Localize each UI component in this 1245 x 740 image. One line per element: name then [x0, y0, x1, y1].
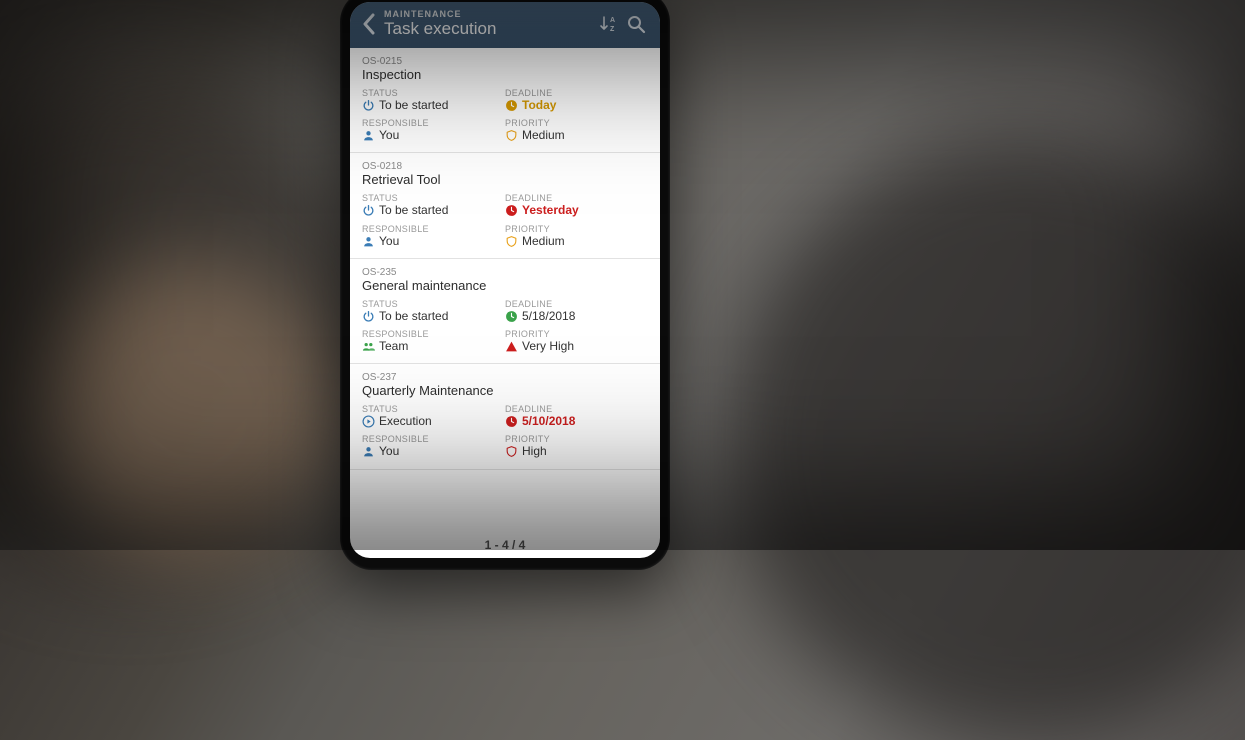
task-title: Retrieval Tool — [362, 172, 648, 187]
status-label: STATUS — [362, 193, 505, 203]
power-icon — [362, 204, 375, 217]
task-title: Quarterly Maintenance — [362, 383, 648, 398]
responsible-label: RESPONSIBLE — [362, 224, 505, 234]
priority-label: PRIORITY — [505, 434, 648, 444]
responsible-value: You — [379, 445, 399, 458]
back-button[interactable] — [356, 8, 382, 40]
responsible-label: RESPONSIBLE — [362, 434, 505, 444]
deadline-cell: DEADLINE5/10/2018 — [505, 404, 648, 428]
phone-frame: MAINTENANCE Task execution A Z OS-0215In… — [340, 0, 670, 570]
task-card[interactable]: OS-235General maintenance STATUSTo be sta… — [350, 259, 660, 364]
deadline-label: DEADLINE — [505, 193, 648, 203]
triangle-icon — [505, 340, 518, 353]
power-icon — [362, 99, 375, 112]
search-icon — [626, 14, 646, 34]
deadline-value: Yesterday — [522, 204, 579, 217]
page-title: Task execution — [384, 20, 594, 38]
deadline-value: 5/18/2018 — [522, 310, 575, 323]
priority-value: Medium — [522, 235, 565, 248]
module-label: MAINTENANCE — [384, 10, 594, 19]
chevron-left-icon — [362, 13, 376, 35]
responsible-cell: RESPONSIBLEYou — [362, 434, 505, 458]
sort-button[interactable]: A Z — [594, 10, 622, 38]
clock-icon — [505, 310, 518, 323]
priority-cell: PRIORITYMedium — [505, 224, 648, 248]
play-icon — [362, 415, 375, 428]
status-value: To be started — [379, 204, 448, 217]
app-header: MAINTENANCE Task execution A Z — [350, 2, 660, 48]
deadline-cell: DEADLINE5/18/2018 — [505, 299, 648, 323]
status-cell: STATUSTo be started — [362, 299, 505, 323]
priority-label: PRIORITY — [505, 224, 648, 234]
pager: 1 - 4 / 4 — [350, 528, 660, 558]
svg-text:Z: Z — [610, 26, 615, 33]
status-label: STATUS — [362, 88, 505, 98]
task-title: Inspection — [362, 67, 648, 82]
priority-value: Very High — [522, 340, 574, 353]
power-icon — [362, 310, 375, 323]
priority-value: Medium — [522, 129, 565, 142]
task-card[interactable]: OS-0215InspectionSTATUSTo be startedDEAD… — [350, 48, 660, 153]
clock-icon — [505, 204, 518, 217]
shield-icon — [505, 445, 518, 458]
deadline-label: DEADLINE — [505, 404, 648, 414]
person-icon — [362, 129, 375, 142]
responsible-value: Team — [379, 340, 408, 353]
priority-cell: PRIORITYHigh — [505, 434, 648, 458]
team-icon — [362, 340, 375, 353]
status-cell: STATUSTo be started — [362, 88, 505, 112]
priority-cell: PRIORITYMedium — [505, 118, 648, 142]
priority-value: High — [522, 445, 547, 458]
responsible-label: RESPONSIBLE — [362, 329, 505, 339]
deadline-value: 5/10/2018 — [522, 415, 575, 428]
responsible-value: You — [379, 129, 399, 142]
priority-label: PRIORITY — [505, 118, 648, 128]
clock-icon — [505, 415, 518, 428]
task-id: OS-0218 — [362, 161, 648, 172]
status-label: STATUS — [362, 299, 505, 309]
priority-label: PRIORITY — [505, 329, 648, 339]
task-title: General maintenance — [362, 278, 648, 293]
deadline-label: DEADLINE — [505, 88, 648, 98]
status-cell: STATUSExecution — [362, 404, 505, 428]
svg-text:A: A — [610, 17, 615, 24]
responsible-value: You — [379, 235, 399, 248]
responsible-cell: RESPONSIBLETeam — [362, 329, 505, 353]
person-icon — [362, 445, 375, 458]
header-titles: MAINTENANCE Task execution — [382, 10, 594, 37]
task-id: OS-237 — [362, 372, 648, 383]
task-card[interactable]: OS-0218Retrieval Tool STATUSTo be started… — [350, 153, 660, 258]
task-id: OS-0215 — [362, 56, 648, 67]
sort-az-icon: A Z — [598, 14, 618, 34]
shield-icon — [505, 129, 518, 142]
status-cell: STATUSTo be started — [362, 193, 505, 217]
responsible-label: RESPONSIBLE — [362, 118, 505, 128]
person-icon — [362, 235, 375, 248]
deadline-value: Today — [522, 99, 556, 112]
deadline-cell: DEADLINEYesterday — [505, 193, 648, 217]
clock-icon — [505, 99, 518, 112]
status-label: STATUS — [362, 404, 505, 414]
status-value: To be started — [379, 99, 448, 112]
deadline-cell: DEADLINEToday — [505, 88, 648, 112]
status-value: Execution — [379, 415, 432, 428]
shield-icon — [505, 235, 518, 248]
search-button[interactable] — [622, 10, 650, 38]
priority-cell: PRIORITYVery High — [505, 329, 648, 353]
app-screen: MAINTENANCE Task execution A Z OS-0215In… — [350, 2, 660, 558]
responsible-cell: RESPONSIBLEYou — [362, 118, 505, 142]
task-card[interactable]: OS-237Quarterly Maintenance STATUSExecuti… — [350, 364, 660, 469]
task-id: OS-235 — [362, 267, 648, 278]
deadline-label: DEADLINE — [505, 299, 648, 309]
task-list[interactable]: OS-0215InspectionSTATUSTo be startedDEAD… — [350, 48, 660, 528]
status-value: To be started — [379, 310, 448, 323]
responsible-cell: RESPONSIBLEYou — [362, 224, 505, 248]
